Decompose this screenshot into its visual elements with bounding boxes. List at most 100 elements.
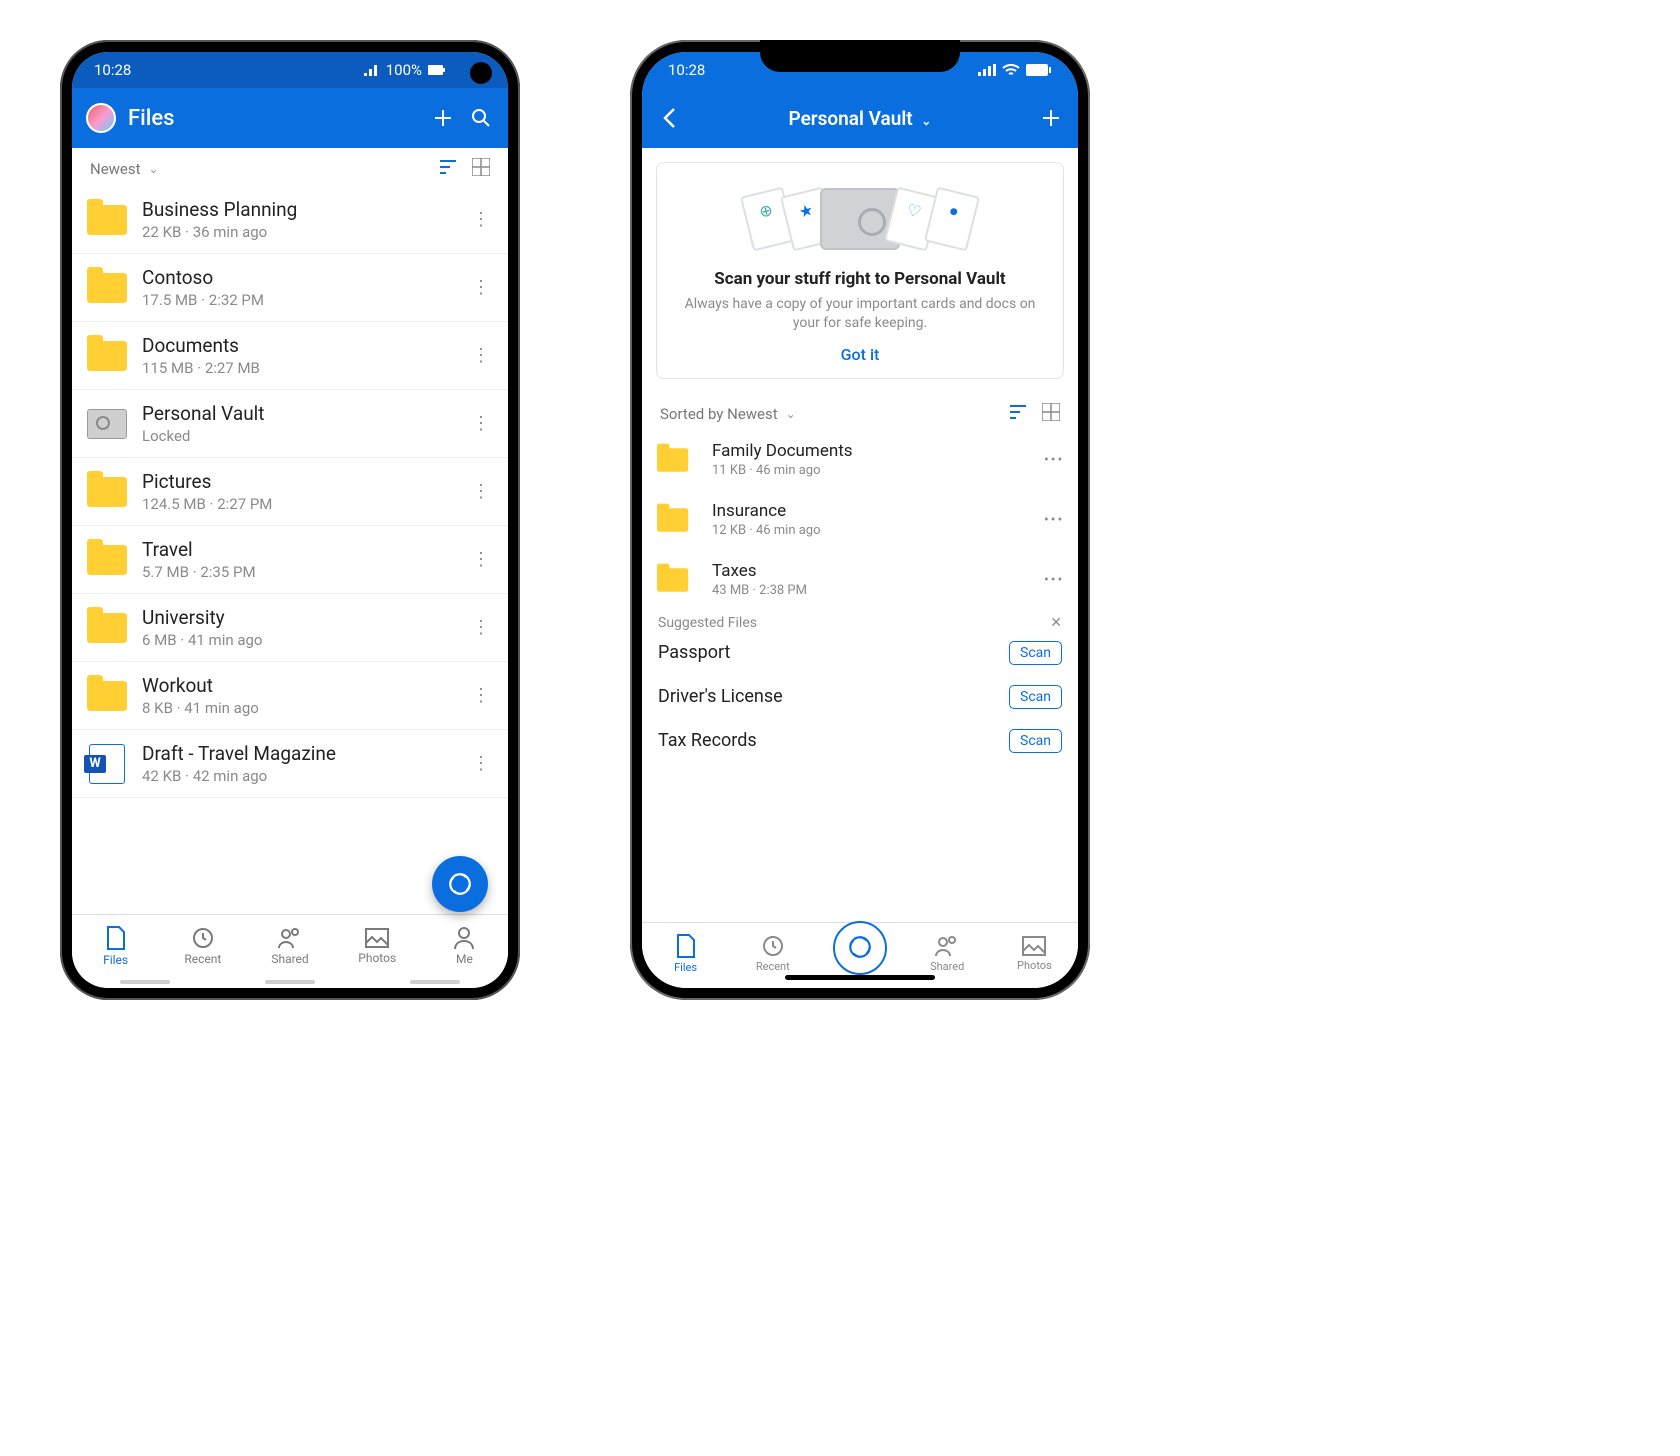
file-more-button[interactable]: ⋮: [472, 694, 490, 698]
tab-recent[interactable]: Recent: [159, 915, 246, 976]
status-battery-pct: 100%: [386, 61, 422, 79]
file-meta: 115 MB · 2:27 MB: [142, 359, 458, 377]
camera-shutter-icon: [847, 934, 873, 960]
add-button[interactable]: [430, 105, 456, 131]
folder-icon: [87, 613, 127, 643]
tab-files[interactable]: Files: [642, 923, 729, 984]
card-illustration: ⊕ ★ ♡ ●: [671, 179, 1049, 259]
folder-icon: [87, 681, 127, 711]
suggested-list: PassportScanDriver's LicenseScanTax Reco…: [642, 631, 1078, 763]
scan-fab[interactable]: [432, 856, 488, 912]
file-row[interactable]: Workout8 KB · 41 min ago⋮: [72, 662, 508, 730]
file-meta: 8 KB · 41 min ago: [142, 699, 458, 717]
file-row[interactable]: Contoso17.5 MB · 2:32 PM⋮: [72, 254, 508, 322]
file-row[interactable]: University6 MB · 41 min ago⋮: [72, 594, 508, 662]
avatar[interactable]: [86, 103, 116, 133]
card-cta-button[interactable]: Got it: [671, 345, 1049, 364]
sort-dropdown[interactable]: Sorted by Newest ⌄: [660, 405, 994, 423]
sort-icon[interactable]: [438, 159, 458, 179]
file-more-button[interactable]: ⋮: [472, 558, 490, 562]
suggested-name: Passport: [658, 642, 730, 663]
file-more-button[interactable]: ⋮: [472, 422, 490, 426]
signal-icon: [978, 64, 996, 76]
file-name: Draft - Travel Magazine: [142, 742, 458, 765]
android-screen: 10:28 100% Files Newest ⌄: [72, 52, 508, 988]
tab-me[interactable]: Me: [421, 915, 508, 976]
file-row[interactable]: Business Planning22 KB · 36 min ago⋮: [72, 186, 508, 254]
scan-button[interactable]: Scan: [1009, 641, 1062, 665]
tab-label: Recent: [756, 960, 790, 973]
file-more-button[interactable]: ⋮: [472, 490, 490, 494]
file-name: Pictures: [142, 470, 458, 493]
file-more-button[interactable]: •••: [1044, 578, 1062, 582]
tab-label: Recent: [184, 952, 221, 966]
android-app-bar: Files: [72, 88, 508, 148]
back-button[interactable]: [656, 105, 682, 131]
folder-icon: [657, 568, 688, 591]
close-suggested-button[interactable]: ✕: [1050, 615, 1062, 631]
scan-button[interactable]: [833, 921, 887, 975]
chevron-left-icon: [662, 107, 676, 129]
file-more-button[interactable]: •••: [1044, 458, 1062, 462]
file-name: Business Planning: [142, 198, 458, 221]
scan-button[interactable]: Scan: [1009, 685, 1062, 709]
file-more-button[interactable]: ⋮: [472, 286, 490, 290]
tab-label: Photos: [1017, 959, 1052, 972]
file-more-button[interactable]: ⋮: [472, 626, 490, 630]
search-icon: [469, 106, 493, 130]
sort-dropdown[interactable]: Newest ⌄: [90, 160, 424, 178]
add-button[interactable]: [1038, 105, 1064, 131]
suggested-row: Tax RecordsScan: [642, 719, 1078, 763]
tab-shared[interactable]: Shared: [246, 915, 333, 976]
file-row[interactable]: Travel5.7 MB · 2:35 PM⋮: [72, 526, 508, 594]
file-name: Personal Vault: [142, 402, 458, 425]
file-row[interactable]: Documents 115 MB · 2:27 MB ⋮: [72, 322, 508, 390]
wifi-icon: [1002, 64, 1020, 76]
page-title: Personal Vault: [789, 107, 913, 130]
status-time: 10:28: [668, 61, 705, 79]
file-meta: 124.5 MB · 2:27 PM: [142, 495, 458, 513]
grid-icon: [1042, 403, 1060, 421]
search-button[interactable]: [468, 105, 494, 131]
camera-cutout: [470, 62, 492, 84]
file-meta: 11 KB · 46 min ago: [712, 463, 1030, 478]
file-meta: 43 MB · 2:38 PM: [712, 583, 1030, 598]
file-row[interactable]: Pictures 124.5 MB · 2:27 PM ⋮: [72, 458, 508, 526]
file-row[interactable]: Taxes43 MB · 2:38 PM•••: [642, 551, 1078, 611]
vault-icon: [87, 409, 127, 439]
notch: [760, 40, 960, 72]
android-tab-bar: Files Recent SharedPhotosMe: [72, 914, 508, 976]
suggested-label: Suggested Files: [658, 615, 757, 631]
page-title-dropdown[interactable]: Personal Vault ⌄: [694, 107, 1026, 130]
file-row[interactable]: Insurance12 KB · 46 min ago•••: [642, 491, 1078, 551]
scan-button[interactable]: Scan: [1009, 729, 1062, 753]
file-row[interactable]: Personal VaultLocked⋮: [72, 390, 508, 458]
file-name: University: [142, 606, 458, 629]
suggested-header: Suggested Files ✕: [642, 611, 1078, 631]
file-name: Documents: [142, 334, 458, 357]
folder-icon: [657, 448, 688, 471]
grid-view-button[interactable]: [472, 158, 490, 180]
file-row[interactable]: Family Documents11 KB · 46 min ago•••: [642, 431, 1078, 491]
battery-icon: [1026, 64, 1052, 76]
tab-photos[interactable]: Photos: [991, 923, 1078, 984]
suggested-row: Passport Scan: [642, 631, 1078, 675]
sort-icon[interactable]: [1008, 404, 1028, 424]
sort-row: Newest ⌄: [72, 148, 508, 186]
tab-files[interactable]: Files: [72, 915, 159, 976]
file-list: Business Planning22 KB · 36 min ago⋮Cont…: [72, 186, 508, 914]
tab-photos[interactable]: Photos: [334, 915, 421, 976]
file-more-button[interactable]: ⋮: [472, 354, 490, 358]
file-row[interactable]: Draft - Travel Magazine42 KB · 42 min ag…: [72, 730, 508, 798]
grid-view-button[interactable]: [1042, 403, 1060, 425]
file-more-button[interactable]: ⋮: [472, 218, 490, 222]
tab-label: Shared: [930, 960, 964, 973]
home-indicator: [785, 975, 935, 980]
suggested-row: Driver's LicenseScan: [642, 675, 1078, 719]
file-more-button[interactable]: ⋮: [472, 762, 490, 766]
tab-label: Files: [674, 961, 697, 974]
android-nav-bar: [72, 976, 508, 988]
ios-screen: 10:28 Personal Vault ⌄ ⊕ ★: [642, 52, 1078, 988]
file-more-button[interactable]: •••: [1044, 518, 1062, 522]
file-list: Family Documents11 KB · 46 min ago•••Ins…: [642, 431, 1078, 611]
